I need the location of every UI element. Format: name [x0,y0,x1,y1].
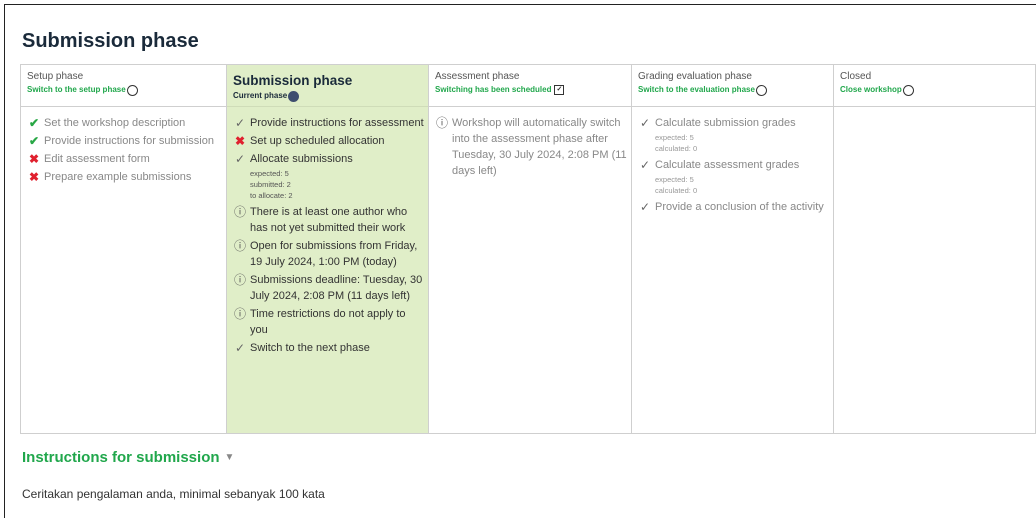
phase-name: Submission phase [233,73,353,88]
switch-circle-icon[interactable] [902,84,914,96]
task-item: ✓ Switch to the next phase [233,340,424,356]
task-text: Switch to the next phase [250,342,370,354]
caret-down-icon: ▼ [224,452,235,463]
task-item: ✔ Set the workshop description [27,115,222,131]
close-workshop-link[interactable]: Close workshop [840,84,1035,96]
task-text: Workshop will automatically switch into … [452,117,627,177]
task-text: Time restrictions do not apply to you [250,308,406,336]
task-detail-line: calculated: 0 [655,186,698,195]
task-item: ✓ Provide a conclusion of the activity [638,199,829,215]
instructions-text: Ceritakan pengalaman anda, minimal seban… [22,487,325,501]
cross-icon: ✖ [28,170,40,184]
page-title: Submission phase [22,30,199,52]
switch-phase-link[interactable]: Switch to the evaluation phase [638,84,833,96]
todo-check-icon: ✓ [639,200,651,214]
phase-name: Setup phase [27,71,84,82]
check-icon: ✔ [28,116,40,130]
task-list [834,107,1035,115]
task-detail-line: expected: 5 [250,169,289,178]
task-list: ✔ Set the workshop description ✔ Provide in… [21,107,226,185]
task-item: ✓ Calculate submission grades [638,115,829,131]
phase-header: Setup phase Switch to the setup phase [21,65,226,107]
task-detail-line: expected: 5 [655,133,694,142]
task-item: ✓ Calculate assessment grades [638,157,829,173]
close-workshop-label: Close workshop [840,85,902,94]
phase-setup: Setup phase Switch to the setup phase ✔ S… [21,65,227,433]
switch-phase-label: Switch to the evaluation phase [638,85,755,94]
info-icon: ⓘ [233,273,246,287]
task-text: Provide instructions for submission [44,135,214,147]
info-icon: ⓘ [435,116,448,130]
phase-submission: Submission phase Current phase ✓ Provide … [227,65,429,433]
calendar-check-icon: ✓ [554,85,565,95]
task-item: ✖ Set up scheduled allocation [233,133,424,149]
task-item: ✖ Edit assessment form [27,151,222,167]
task-text: Submissions deadline: Tuesday, 30 July 2… [250,274,423,302]
instructions-heading: Instructions for submission [22,449,220,466]
task-text: Set the workshop description [44,117,186,129]
task-text: Edit assessment form [44,153,150,165]
current-phase-icon [288,90,300,102]
task-list: ✓ Provide instructions for assessment ✖ Set… [227,107,428,356]
task-detail-line: submitted: 2 [250,180,291,189]
instructions-toggle[interactable]: Instructions for submission ▼ [22,449,234,466]
task-text: Provide a conclusion of the activity [655,201,824,213]
current-phase-indicator: Current phase [233,90,428,102]
task-item: ✓ Allocate submissions [233,151,424,167]
task-detail-line: calculated: 0 [655,144,698,153]
task-text: Open for submissions from Friday, 19 Jul… [250,240,418,268]
phase-header: Submission phase Current phase [227,65,428,107]
task-text: Prepare example submissions [44,171,192,183]
scheduled-switch-label: Switching has been scheduled [435,85,552,94]
task-text: Calculate assessment grades [655,159,800,171]
task-item: ⓘ Time restrictions do not apply to you [233,306,424,338]
task-item: ⓘ Open for submissions from Friday, 19 Ju… [233,238,424,270]
task-item: ✖ Prepare example submissions [27,169,222,185]
todo-check-icon: ✓ [639,116,651,130]
info-icon: ⓘ [233,307,246,321]
todo-check-icon: ✓ [639,158,651,172]
switch-phase-link[interactable]: Switch to the setup phase [27,84,226,96]
info-icon: ⓘ [233,239,246,253]
task-text: Calculate submission grades [655,117,796,129]
task-text: Allocate submissions [250,153,353,165]
cross-icon: ✖ [28,152,40,166]
todo-check-icon: ✓ [234,341,246,355]
phase-name: Assessment phase [435,71,520,82]
task-list: ⓘ Workshop will automatically switch into… [429,107,631,179]
phase-closed: Closed Close workshop [834,65,1035,433]
task-text: Set up scheduled allocation [250,135,385,147]
task-item: ✔ Provide instructions for submission [27,133,222,149]
check-icon: ✔ [28,134,40,148]
cross-icon: ✖ [234,134,246,148]
task-detail-line: to allocate: 2 [250,191,293,200]
task-details: expected: 5 calculated: 0 [655,174,829,196]
todo-check-icon: ✓ [234,152,246,166]
switch-phase-label: Switch to the setup phase [27,85,126,94]
task-text: Provide instructions for assessment [250,117,424,129]
todo-check-icon: ✓ [234,116,246,130]
switch-circle-icon[interactable] [755,84,767,96]
task-details: expected: 5 calculated: 0 [655,132,829,154]
task-text: There is at least one author who has not… [250,206,408,234]
task-item: ⓘ There is at least one author who has no… [233,204,424,236]
task-details: expected: 5 submitted: 2 to allocate: 2 [250,168,424,201]
phase-assessment: Assessment phase Switching has been sche… [429,65,632,433]
phase-header: Closed Close workshop [834,65,1035,107]
task-detail-line: expected: 5 [655,175,694,184]
scheduled-switch-status: Switching has been scheduled ✓ [435,84,631,96]
task-item: ⓘ Workshop will automatically switch into… [435,115,627,179]
phase-grading-evaluation: Grading evaluation phase Switch to the e… [632,65,834,433]
phase-header: Grading evaluation phase Switch to the e… [632,65,833,107]
switch-circle-icon[interactable] [126,84,138,96]
phase-table: Setup phase Switch to the setup phase ✔ S… [20,64,1036,434]
current-phase-label: Current phase [233,91,288,100]
task-list: ✓ Calculate submission grades expected: 5 c… [632,107,833,215]
task-item: ⓘ Submissions deadline: Tuesday, 30 July … [233,272,424,304]
info-icon: ⓘ [233,205,246,219]
phase-name: Closed [840,71,872,82]
phase-name: Grading evaluation phase [638,71,752,82]
phase-header: Assessment phase Switching has been sche… [429,65,631,107]
task-item: ✓ Provide instructions for assessment [233,115,424,131]
